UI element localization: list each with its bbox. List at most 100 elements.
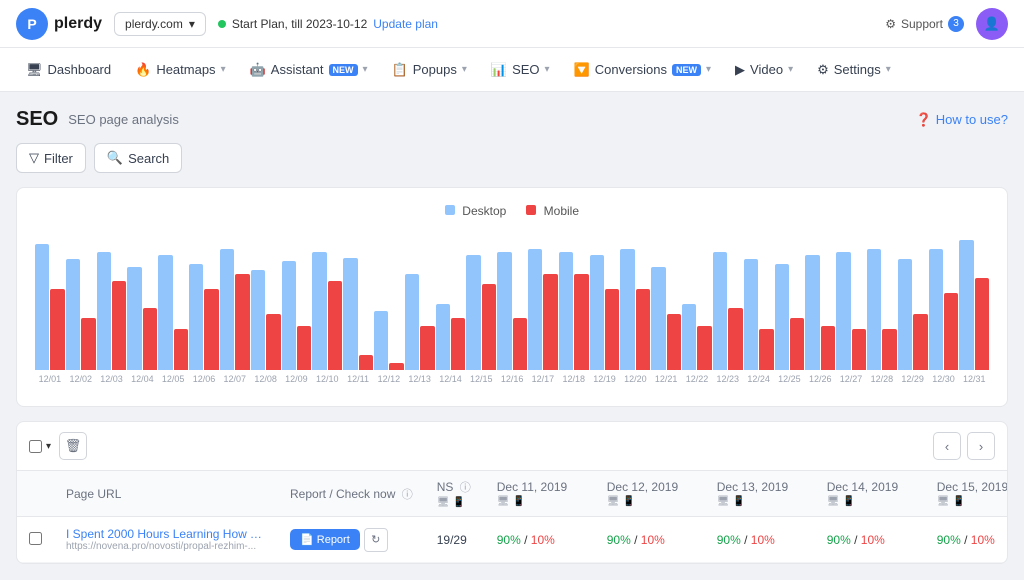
page-url-link[interactable]: I Spent 2000 Hours Learning How To...: [66, 527, 266, 541]
logo-icon: P: [16, 8, 48, 40]
bar-group: [836, 252, 866, 370]
chart-label: 12/21: [651, 374, 681, 384]
how-to-use-link[interactable]: ❓ How to use?: [916, 112, 1008, 128]
update-plan-link[interactable]: Update plan: [373, 17, 438, 31]
nav-item-conversions[interactable]: 🔽 Conversions NEW ▾: [564, 56, 721, 84]
report-info-icon[interactable]: ⓘ: [402, 489, 413, 501]
report-col-label: Report / Check now: [290, 487, 395, 501]
legend-desktop: Desktop: [445, 204, 506, 218]
next-page-button[interactable]: ›: [967, 432, 995, 460]
ns-info-icon[interactable]: ⓘ: [460, 482, 471, 494]
monitor-icon: 🖥: [437, 497, 450, 508]
table-header-row: Page URL Report / Check now ⓘ NS ⓘ 🖥 📱: [17, 471, 1007, 517]
chart-bars: [33, 230, 991, 370]
bar-group: [251, 270, 281, 370]
seo-table: Page URL Report / Check now ⓘ NS ⓘ 🖥 📱: [17, 471, 1007, 563]
desktop-bar: [35, 244, 49, 370]
refresh-button[interactable]: ↻: [364, 528, 388, 552]
stat-desktop: 90%: [497, 533, 521, 547]
desktop-bar: [959, 240, 973, 370]
select-all-checkbox[interactable]: [29, 440, 42, 453]
gear-icon: ⚙: [885, 17, 896, 31]
checkbox-dropdown-arrow[interactable]: ▾: [46, 441, 51, 452]
nav-item-popups[interactable]: 📋 Popups ▾: [382, 56, 477, 84]
video-icon: ▶: [735, 62, 745, 78]
mobile-bar: [50, 289, 64, 370]
delete-button[interactable]: 🗑: [59, 432, 87, 460]
desktop-bar: [220, 249, 234, 370]
desktop-bar: [66, 259, 80, 370]
th-date-2: Dec 13, 2019 🖥📱: [705, 471, 815, 517]
desktop-bar: [898, 259, 912, 370]
search-button[interactable]: 🔍 Search: [94, 143, 182, 173]
nav-item-dashboard[interactable]: 🖥 Dashboard: [16, 56, 121, 84]
mobile-sm-icon: 📱: [622, 496, 634, 507]
stat-desktop: 90%: [937, 533, 961, 547]
bar-group: [867, 249, 897, 370]
row-checkbox[interactable]: [29, 532, 42, 545]
table-row: I Spent 2000 Hours Learning How To...htt…: [17, 517, 1007, 563]
desktop-bar: [497, 252, 511, 370]
mobile-bar: [420, 326, 434, 370]
chevron-down-icon: ▾: [462, 64, 467, 75]
nav-item-settings[interactable]: ⚙ Settings ▾: [807, 56, 901, 84]
desktop-bar: [466, 255, 480, 370]
page-title: SEO: [16, 108, 58, 131]
ns-col-label: NS: [437, 480, 454, 494]
site-selector[interactable]: plerdy.com ▾: [114, 12, 206, 36]
how-to-label: How to use?: [936, 112, 1008, 127]
bar-group: [436, 304, 466, 370]
desktop-legend-label: Desktop: [462, 204, 506, 218]
nav-item-video[interactable]: ▶ Video ▾: [725, 56, 803, 84]
desktop-bar: [405, 274, 419, 370]
stat-mobile: 10%: [751, 533, 775, 547]
chart-label: 12/16: [497, 374, 527, 384]
chevron-down-icon: ▾: [886, 64, 891, 75]
prev-page-button[interactable]: ‹: [933, 432, 961, 460]
desktop-bar: [620, 249, 634, 370]
bar-group: [158, 255, 188, 370]
report-button[interactable]: 📄 Report: [290, 529, 360, 550]
mobile-bar: [482, 284, 496, 370]
seo-icon: 📊: [491, 62, 507, 78]
nav-label-video: Video: [750, 62, 783, 77]
desktop-bar: [127, 267, 141, 370]
header-right: ⚙ Support 3 👤: [885, 8, 1008, 40]
nav-item-seo[interactable]: 📊 SEO ▾: [481, 56, 560, 84]
mobile-bar: [636, 289, 650, 370]
mobile-bar: [266, 314, 280, 370]
assistant-new-badge: NEW: [329, 64, 358, 76]
table-pagination: ‹ ›: [933, 432, 995, 460]
page-title-group: SEO SEO page analysis: [16, 108, 179, 131]
filter-button[interactable]: ▽ Filter: [16, 143, 86, 173]
avatar[interactable]: 👤: [976, 8, 1008, 40]
page-content: SEO SEO page analysis ❓ How to use? ▽ Fi…: [0, 92, 1024, 580]
mobile-bar: [605, 289, 619, 370]
nav-label-conversions: Conversions: [595, 62, 667, 77]
nav-item-heatmaps[interactable]: 🔥 Heatmaps ▾: [125, 56, 235, 84]
bar-group: [929, 249, 959, 370]
chart-label: 12/03: [97, 374, 127, 384]
support-button[interactable]: ⚙ Support 3: [885, 16, 964, 32]
chevron-down-icon: ▾: [363, 64, 368, 75]
plan-badge: Start Plan, till 2023-10-12 Update plan: [218, 17, 438, 31]
bar-group: [528, 249, 558, 370]
chart-label: 12/25: [775, 374, 805, 384]
bar-group: [343, 258, 373, 370]
chart-label: 12/05: [158, 374, 188, 384]
mobile-legend-dot: [526, 205, 536, 215]
conversions-icon: 🔽: [574, 62, 590, 78]
desktop-legend-dot: [445, 205, 455, 215]
desktop-bar: [374, 311, 388, 370]
desktop-bar: [251, 270, 265, 370]
chart-label: 12/12: [374, 374, 404, 384]
mobile-legend-label: Mobile: [544, 204, 579, 218]
nav-item-assistant[interactable]: 🤖 Assistant NEW ▾: [240, 56, 378, 84]
chart-container: Desktop Mobile 12/0112/0212/0312/0412/05…: [16, 187, 1008, 407]
ns-value: 19/29: [437, 533, 467, 547]
mobile-bar: [112, 281, 126, 370]
header: P plerdy plerdy.com ▾ Start Plan, till 2…: [0, 0, 1024, 48]
select-all-checkbox-wrapper: ▾: [29, 440, 51, 453]
monitor-sm-icon: 🖥: [937, 496, 950, 507]
bar-group: [97, 252, 127, 370]
